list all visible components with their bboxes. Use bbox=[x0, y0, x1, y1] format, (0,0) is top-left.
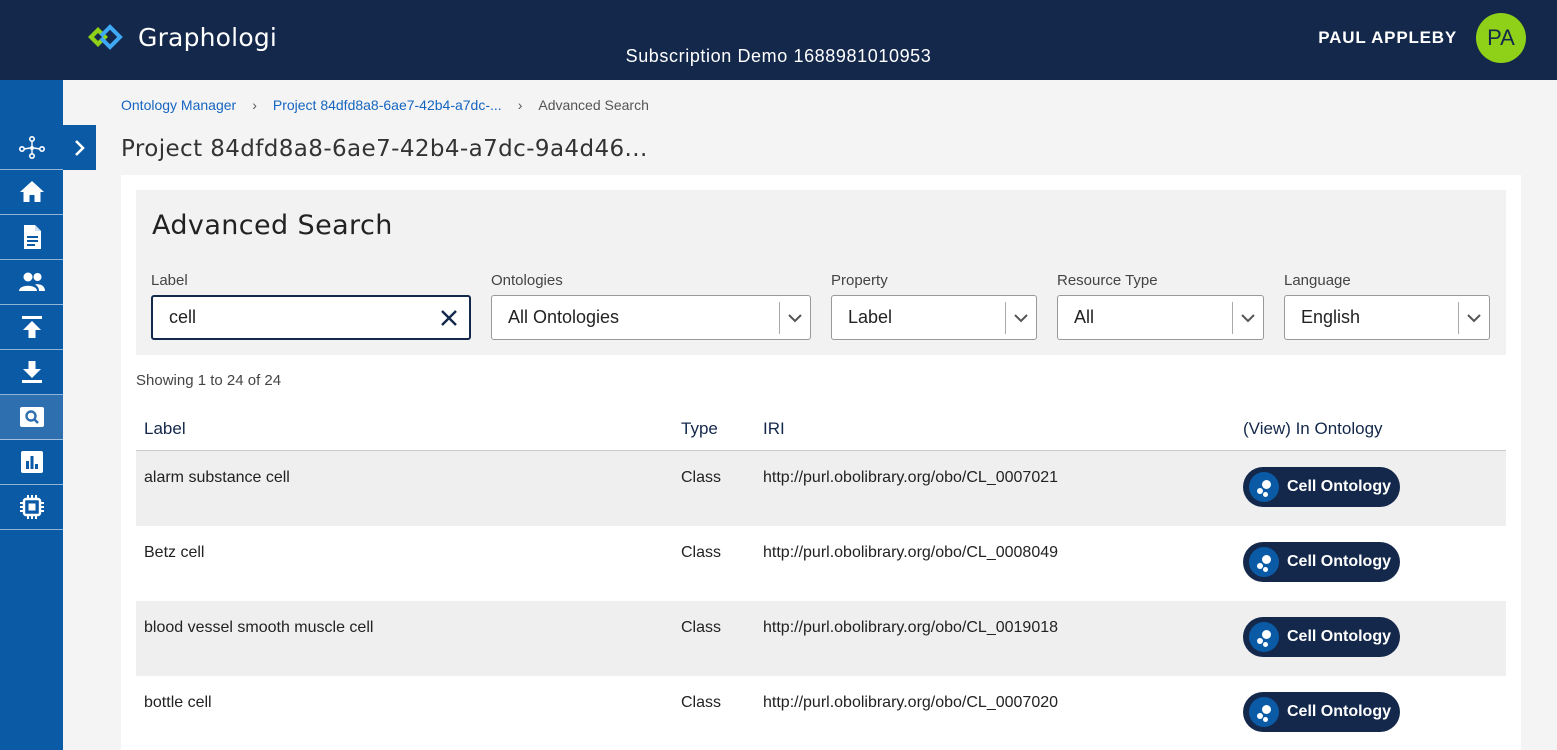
chart-icon bbox=[20, 451, 43, 473]
breadcrumb-separator-icon: › bbox=[252, 97, 257, 113]
sidebar-item-search[interactable] bbox=[0, 395, 63, 440]
chevron-down-icon[interactable] bbox=[1459, 313, 1489, 323]
home-icon bbox=[19, 181, 44, 202]
ontologies-label: Ontologies bbox=[491, 272, 563, 289]
results-table: Label Type IRI (View) In Ontology alarm … bbox=[136, 411, 1506, 750]
ontology-button-label: Cell Ontology bbox=[1287, 628, 1391, 645]
chevron-right-icon bbox=[74, 139, 85, 156]
panel-title: Advanced Search bbox=[152, 210, 393, 241]
search-panel: Advanced Search Label cell Ontologies Al… bbox=[136, 190, 1506, 355]
row-type: Class bbox=[681, 469, 722, 486]
view-in-ontology-button[interactable]: Cell Ontology bbox=[1243, 542, 1400, 582]
column-header-iri[interactable]: IRI bbox=[763, 419, 785, 439]
table-row: alarm substance cell Class http://purl.o… bbox=[136, 451, 1506, 526]
ontology-icon bbox=[1249, 622, 1279, 652]
row-type: Class bbox=[681, 544, 722, 561]
property-select[interactable]: Label bbox=[831, 295, 1037, 340]
row-iri[interactable]: http://purl.obolibrary.org/obo/CL_000702… bbox=[763, 469, 1058, 487]
top-bar: Graphologi Subscription Demo 16889810109… bbox=[0, 0, 1557, 80]
row-iri[interactable]: http://purl.obolibrary.org/obo/CL_001901… bbox=[763, 619, 1058, 637]
ontologies-select[interactable]: All Ontologies bbox=[491, 295, 811, 340]
view-in-ontology-button[interactable]: Cell Ontology bbox=[1243, 692, 1400, 732]
sidebar-item-reports[interactable] bbox=[0, 440, 63, 485]
column-header-in-ontology: (View) In Ontology bbox=[1243, 419, 1383, 438]
breadcrumb: Ontology Manager › Project 84dfd8a8-6ae7… bbox=[121, 97, 649, 113]
graph-network-icon bbox=[18, 135, 45, 159]
sidebar-item-documents[interactable] bbox=[0, 215, 63, 260]
breadcrumb-separator-icon: › bbox=[517, 97, 523, 113]
sidebar-expand-button[interactable] bbox=[63, 125, 96, 170]
page-title: Project 84dfd8a8-6ae7-42b4-a7dc-9a4d46..… bbox=[121, 136, 648, 162]
ontology-button-label: Cell Ontology bbox=[1287, 703, 1391, 720]
ontology-icon bbox=[1249, 697, 1279, 727]
clear-icon[interactable] bbox=[429, 308, 469, 328]
view-in-ontology-button[interactable]: Cell Ontology bbox=[1243, 467, 1400, 507]
table-row: bottle cell Class http://purl.obolibrary… bbox=[136, 676, 1506, 750]
language-value: English bbox=[1301, 307, 1361, 327]
chevron-down-icon[interactable] bbox=[1233, 313, 1263, 323]
label-search-value[interactable]: cell bbox=[153, 307, 429, 328]
table-header: Label Type IRI (View) In Ontology bbox=[136, 411, 1506, 451]
sidebar-item-upload[interactable] bbox=[0, 305, 63, 350]
language-select[interactable]: English bbox=[1284, 295, 1490, 340]
results-count: Showing 1 to 24 of 24 bbox=[136, 372, 282, 389]
view-in-ontology-button[interactable]: Cell Ontology bbox=[1243, 617, 1400, 657]
language-label: Language bbox=[1284, 272, 1351, 289]
column-header-type[interactable]: Type bbox=[681, 419, 718, 439]
row-type: Class bbox=[681, 619, 722, 636]
breadcrumb-link-ontology-manager[interactable]: Ontology Manager bbox=[121, 97, 236, 113]
sidebar-item-users[interactable] bbox=[0, 260, 63, 305]
table-row: Betz cell Class http://purl.obolibrary.o… bbox=[136, 526, 1506, 601]
row-label[interactable]: Betz cell bbox=[144, 544, 204, 562]
label-field-label: Label bbox=[151, 272, 188, 289]
sidebar-item-download[interactable] bbox=[0, 350, 63, 395]
ontology-icon bbox=[1249, 547, 1279, 577]
ontology-button-label: Cell Ontology bbox=[1287, 553, 1391, 570]
row-label[interactable]: blood vessel smooth muscle cell bbox=[144, 619, 373, 637]
row-type: Class bbox=[681, 694, 722, 711]
row-iri[interactable]: http://purl.obolibrary.org/obo/CL_000702… bbox=[763, 694, 1058, 712]
download-icon bbox=[21, 361, 42, 383]
sidebar-item-graph[interactable] bbox=[0, 125, 63, 170]
avatar[interactable]: PA bbox=[1476, 13, 1526, 63]
upload-icon bbox=[21, 316, 42, 338]
search-card: Advanced Search Label cell Ontologies Al… bbox=[121, 175, 1521, 750]
sidebar bbox=[0, 80, 63, 750]
chevron-down-icon[interactable] bbox=[780, 313, 810, 323]
user-name[interactable]: PAUL APPLEBY bbox=[1318, 28, 1457, 48]
ontology-button-label: Cell Ontology bbox=[1287, 478, 1391, 495]
users-icon bbox=[18, 272, 45, 291]
breadcrumb-link-project[interactable]: Project 84dfd8a8-6ae7-42b4-a7dc-... bbox=[273, 97, 502, 113]
sidebar-item-settings[interactable] bbox=[0, 485, 63, 530]
breadcrumb-current: Advanced Search bbox=[538, 97, 649, 113]
resource-type-value: All bbox=[1074, 307, 1095, 327]
search-icon bbox=[19, 407, 44, 427]
row-iri[interactable]: http://purl.obolibrary.org/obo/CL_000804… bbox=[763, 544, 1058, 562]
row-label[interactable]: bottle cell bbox=[144, 694, 212, 712]
property-value: Label bbox=[848, 307, 893, 327]
document-icon bbox=[23, 225, 41, 249]
processor-icon bbox=[19, 495, 44, 519]
workspace-name: Subscription Demo 1688981010953 bbox=[625, 46, 932, 66]
column-header-label[interactable]: Label bbox=[144, 419, 186, 439]
resource-type-label: Resource Type bbox=[1057, 272, 1158, 289]
ontologies-value: All Ontologies bbox=[508, 307, 620, 327]
chevron-down-icon[interactable] bbox=[1006, 313, 1036, 323]
property-label: Property bbox=[831, 272, 888, 289]
row-label[interactable]: alarm substance cell bbox=[144, 469, 290, 487]
sidebar-item-home[interactable] bbox=[0, 170, 63, 215]
label-search-input[interactable]: cell bbox=[151, 295, 471, 340]
table-row: blood vessel smooth muscle cell Class ht… bbox=[136, 601, 1506, 676]
ontology-icon bbox=[1249, 472, 1279, 502]
resource-type-select[interactable]: All bbox=[1057, 295, 1264, 340]
